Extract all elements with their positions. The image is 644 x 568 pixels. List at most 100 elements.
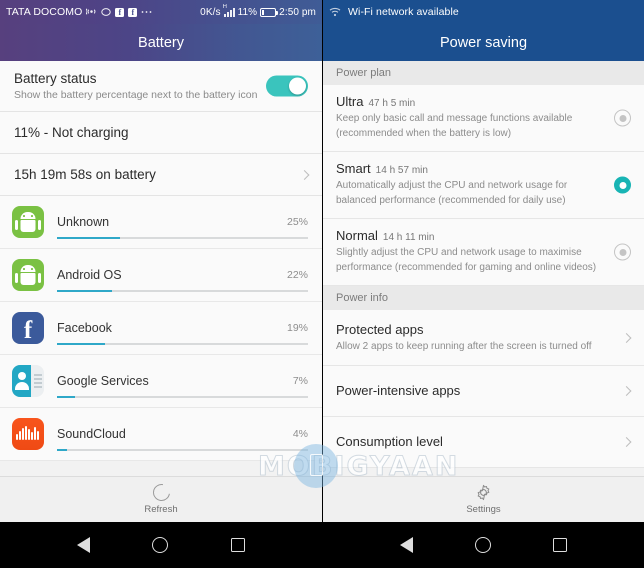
consumption-level-row[interactable]: Consumption level xyxy=(323,417,644,468)
usage-progress-bar xyxy=(57,237,308,239)
facebook-icon: f xyxy=(128,7,138,17)
network-type-label: H xyxy=(222,4,228,10)
facebook-icon: f xyxy=(12,312,44,344)
plan-radio-button[interactable] xyxy=(614,243,631,261)
plan-duration: 14 h 11 min xyxy=(382,232,435,243)
android-nav-bar-left xyxy=(0,522,322,568)
app-usage-row[interactable]: f Facebook 19% xyxy=(0,302,322,355)
signal-bars-icon: H xyxy=(222,4,235,17)
network-speed-label: 0K/s xyxy=(200,6,221,18)
section-header-power-info: Power info xyxy=(323,286,644,310)
app-usage-row[interactable]: Unknown 25% xyxy=(0,196,322,249)
home-icon[interactable] xyxy=(152,537,169,553)
chevron-right-icon xyxy=(621,437,632,447)
consumption-level-title: Consumption level xyxy=(336,434,443,449)
soundcloud-icon xyxy=(12,418,44,450)
plan-radio-button-selected[interactable] xyxy=(614,176,631,194)
plan-name: Normal xyxy=(336,228,378,243)
power-saving-title-bar: Power saving xyxy=(323,24,644,61)
battery-status-title: Battery status xyxy=(14,71,97,86)
plan-name: Ultra xyxy=(336,94,364,109)
section-header-power-plan: Power plan xyxy=(323,61,644,85)
battery-status-subtitle: Show the battery percentage next to the … xyxy=(14,89,258,101)
uptime-label: 15h 19m 58s on battery xyxy=(14,167,156,182)
app-percent: 7% xyxy=(292,375,308,387)
app-usage-row[interactable]: Android OS 22% xyxy=(0,249,322,302)
settings-label: Settings xyxy=(466,504,501,515)
status-bar-right-panel: Wi-Fi network available xyxy=(323,0,644,24)
uptime-row[interactable]: 15h 19m 58s on battery xyxy=(0,154,322,196)
android-icon xyxy=(12,259,44,291)
battery-status-row[interactable]: Battery status Show the battery percenta… xyxy=(0,61,322,112)
app-name: Google Services xyxy=(57,374,149,388)
plan-description: Automatically adjust the CPU and network… xyxy=(336,180,568,206)
android-icon xyxy=(12,206,44,238)
chevron-right-icon xyxy=(299,169,310,180)
status-bar-right-group: 0K/s H 11% 2:50 pm xyxy=(200,4,316,18)
wifi-notification-label: Wi-Fi network available xyxy=(348,6,459,18)
chevron-right-icon xyxy=(621,332,632,343)
page-title: Battery xyxy=(138,34,184,51)
wifi-icon xyxy=(329,7,341,17)
refresh-button[interactable]: Refresh xyxy=(0,476,322,522)
charge-status-row: 11% - Not charging xyxy=(0,112,322,154)
facebook-icon: f xyxy=(115,7,125,17)
power-intensive-apps-row[interactable]: Power-intensive apps xyxy=(323,366,644,417)
plan-duration: 47 h 5 min xyxy=(368,98,416,109)
status-bar-left: TATA DOCOMO f f 0K/s H 11% 2:50 pm xyxy=(0,0,322,24)
usage-progress-bar xyxy=(57,343,308,345)
app-percent: 19% xyxy=(286,322,308,334)
back-icon[interactable] xyxy=(400,537,413,553)
more-icon xyxy=(141,10,152,14)
plan-name: Smart xyxy=(336,161,371,176)
contacts-icon xyxy=(12,365,44,397)
chat-icon xyxy=(101,7,112,17)
battery-title-bar: Battery xyxy=(0,24,322,61)
power-intensive-apps-title: Power-intensive apps xyxy=(336,383,461,398)
gear-icon xyxy=(475,484,492,501)
battery-icon xyxy=(260,7,279,17)
plan-name-row: Ultra 47 h 5 min xyxy=(336,94,598,109)
power-plan-option-smart[interactable]: Smart 14 h 57 min Automatically adjust th… xyxy=(323,152,644,219)
settings-button[interactable]: Settings xyxy=(323,476,644,522)
app-percent: 4% xyxy=(292,428,308,440)
usage-progress-bar xyxy=(57,449,308,451)
power-plan-option-ultra[interactable]: Ultra 47 h 5 min Keep only basic call and… xyxy=(323,85,644,152)
recents-icon[interactable] xyxy=(553,538,567,552)
plan-name-row: Normal 14 h 11 min xyxy=(336,228,598,243)
app-percent: 22% xyxy=(286,269,308,281)
app-percent: 25% xyxy=(286,216,308,228)
clock-label: 2:50 pm xyxy=(279,6,316,18)
battery-percentage-toggle[interactable] xyxy=(266,75,308,97)
app-usage-row[interactable]: Google Services 7% xyxy=(0,355,322,408)
charge-status-label: 11% - Not charging xyxy=(14,125,129,140)
chevron-right-icon xyxy=(621,386,632,396)
dual-screenshot-stage: TATA DOCOMO f f 0K/s H 11% 2:50 pm Batte… xyxy=(0,0,644,568)
power-saving-screen-panel: Wi-Fi network available Power saving Pow… xyxy=(322,0,644,568)
app-name: SoundCloud xyxy=(57,427,126,441)
android-nav-bar-right xyxy=(323,522,644,568)
plan-description: Slightly adjust the CPU and network usag… xyxy=(336,247,597,273)
back-icon[interactable] xyxy=(77,537,91,553)
protected-apps-row[interactable]: Protected apps Allow 2 apps to keep runn… xyxy=(323,310,644,366)
refresh-label: Refresh xyxy=(144,504,178,515)
protected-apps-subtitle: Allow 2 apps to keep running after the s… xyxy=(336,341,592,352)
battery-percent-label: 11% xyxy=(237,6,258,18)
app-name: Facebook xyxy=(57,321,112,335)
usage-progress-bar xyxy=(57,290,308,292)
recents-icon[interactable] xyxy=(230,538,245,552)
refresh-icon xyxy=(153,484,170,501)
usage-progress-bar xyxy=(57,396,308,398)
carrier-label: TATA DOCOMO xyxy=(6,6,83,18)
app-name: Unknown xyxy=(57,215,110,229)
status-bar-icon-group: f f xyxy=(86,7,152,17)
app-usage-row[interactable]: SoundCloud 4% xyxy=(0,408,322,461)
protected-apps-title: Protected apps xyxy=(336,322,424,337)
home-icon[interactable] xyxy=(475,537,491,553)
plan-name-row: Smart 14 h 57 min xyxy=(336,161,598,176)
plan-description: Keep only basic call and message functio… xyxy=(336,113,573,139)
plan-radio-button[interactable] xyxy=(614,109,631,127)
page-title: Power saving xyxy=(439,34,528,51)
power-plan-option-normal[interactable]: Normal 14 h 11 min Slightly adjust the CP… xyxy=(323,219,644,286)
broadcast-icon xyxy=(86,7,97,17)
